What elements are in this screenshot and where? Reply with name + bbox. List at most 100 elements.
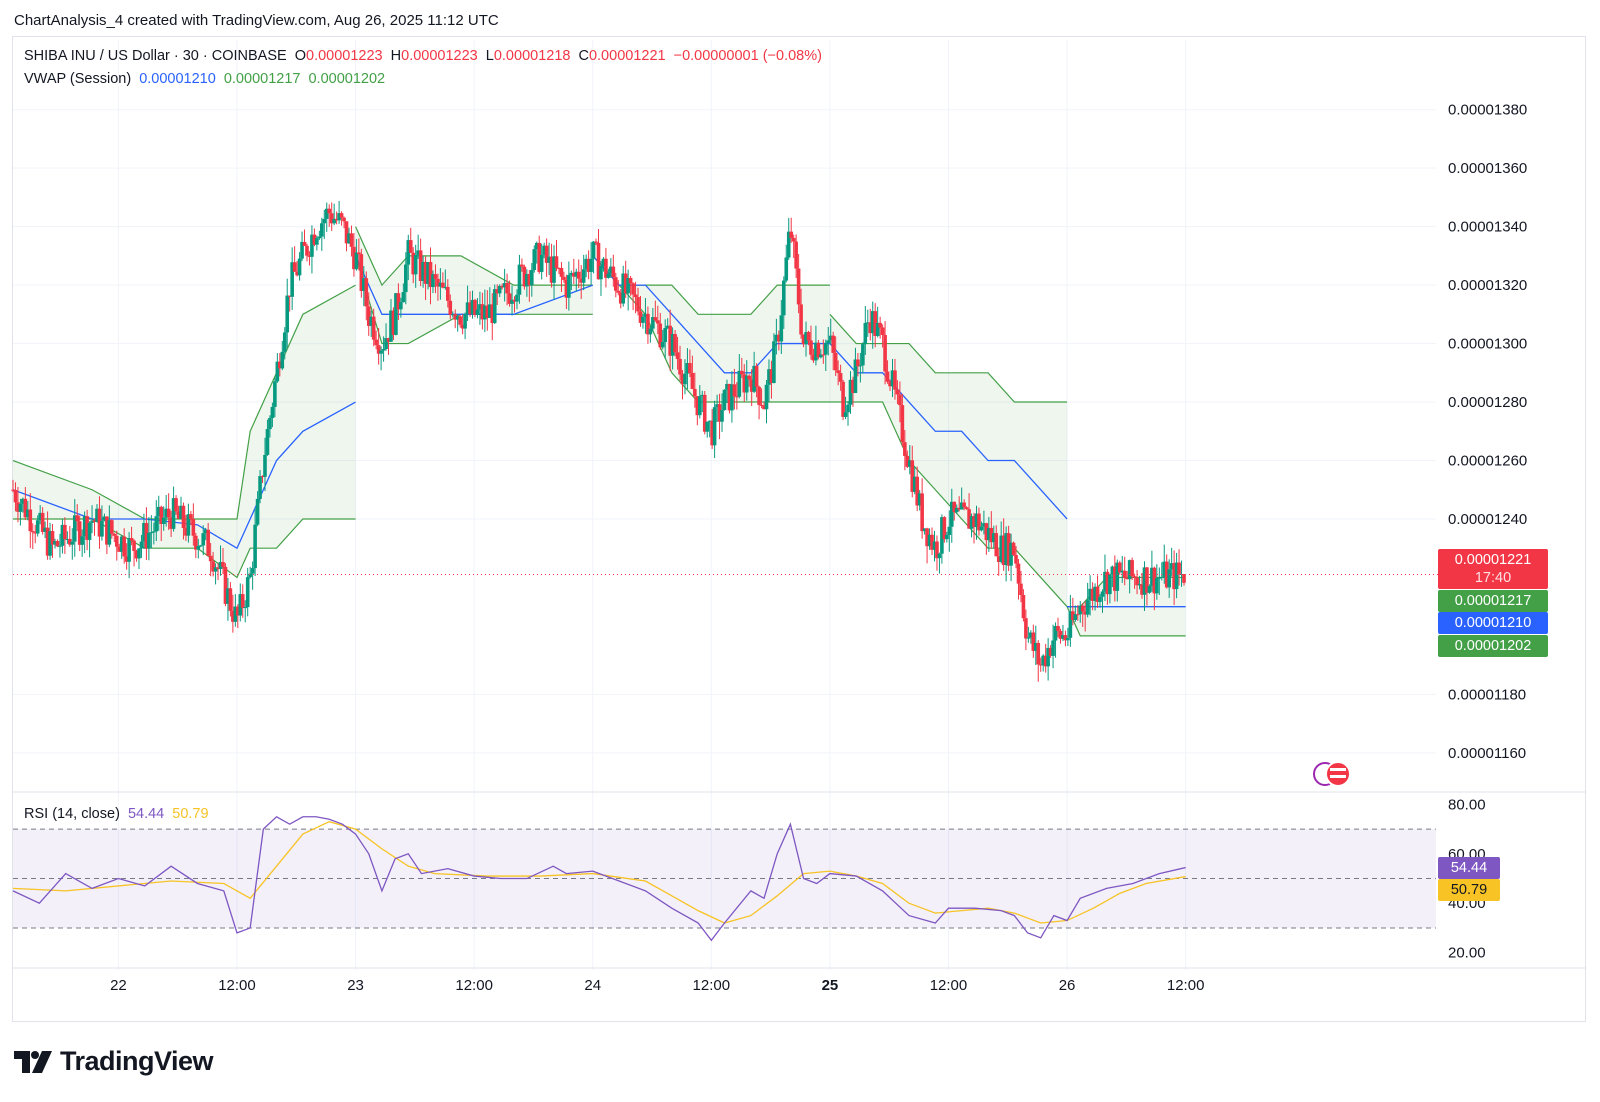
candle-body — [589, 258, 593, 272]
candle-body — [693, 388, 697, 397]
candle-body — [1155, 578, 1159, 594]
candle-body — [690, 373, 695, 389]
candle-body — [764, 384, 769, 410]
tradingview-logo-icon — [14, 1050, 52, 1073]
candle-body — [100, 520, 104, 537]
vwap-lower-value: 0.00001202 — [308, 71, 386, 87]
candle-body — [70, 541, 75, 545]
candle-body — [641, 316, 645, 323]
candle-body — [594, 241, 598, 243]
candle-body — [196, 545, 201, 550]
candle-body — [1075, 614, 1080, 616]
rsi-ma-tag: 50.79 — [1438, 879, 1500, 901]
candle-body — [843, 412, 848, 417]
candle-body — [374, 339, 378, 346]
vwap-upper-value: 0.00001217 — [223, 71, 301, 87]
candle-body — [492, 289, 497, 324]
rsi-value: 54.44 — [127, 806, 165, 822]
candle-body — [1014, 554, 1018, 564]
candle-body — [833, 352, 838, 371]
candle-body — [1108, 574, 1112, 595]
candle-body — [576, 271, 581, 279]
candle-body — [794, 241, 798, 269]
candle-body — [539, 254, 544, 272]
candle-body — [413, 255, 418, 275]
us-flag-icon[interactable] — [1325, 761, 1351, 787]
candle-body — [653, 317, 658, 321]
candle-body — [858, 365, 863, 367]
candle-body — [678, 358, 682, 375]
candle-body — [688, 363, 692, 374]
candle-body — [475, 309, 480, 315]
candle-body — [1130, 560, 1134, 577]
candle-body — [166, 508, 171, 518]
time-axis-label: 12:00 — [218, 977, 256, 994]
candle-body — [112, 533, 117, 536]
candle-body — [611, 266, 616, 278]
symbol-title[interactable]: SHIBA INU / US Dollar · 30 · COINBASE — [24, 48, 287, 64]
rsi-label[interactable]: RSI (14, close) — [24, 806, 120, 822]
candle-body — [979, 526, 984, 531]
candle-body — [821, 354, 826, 356]
candle-body — [636, 297, 640, 312]
candle-body — [505, 283, 509, 294]
candle-body — [567, 275, 571, 298]
candle-body — [799, 304, 803, 335]
candle-body — [263, 454, 267, 477]
candle-body — [28, 509, 33, 532]
candle-body — [663, 327, 668, 342]
candle-body — [349, 233, 354, 247]
candle-body — [189, 514, 193, 520]
vwap-legend[interactable]: VWAP (Session) 0.00001210 0.00001217 0.0… — [24, 71, 389, 87]
candle-body — [147, 532, 151, 549]
candle-body — [920, 493, 924, 532]
candle-body — [1147, 586, 1152, 593]
candle-body — [161, 517, 166, 524]
vwap-label[interactable]: VWAP (Session) — [24, 71, 131, 87]
chart-canvas[interactable]: 0.00001380 0.00001360 0.00001340 0.00001320… — [0, 0, 1600, 1102]
price-axis-label: 0.00001300 — [1448, 336, 1527, 353]
candle-body — [809, 340, 813, 355]
candle-body — [903, 442, 907, 456]
candle-body — [895, 389, 900, 395]
candle-body — [18, 503, 23, 512]
candle-body — [1182, 574, 1186, 583]
candle-body — [379, 350, 383, 354]
vwap-lower-tag: 0.00001202 — [1438, 635, 1548, 657]
high-value: 0.00001223 — [401, 48, 478, 64]
candle-body — [530, 270, 534, 286]
candle-body — [631, 283, 635, 295]
candle-body — [292, 262, 297, 272]
candle-body — [757, 386, 761, 405]
candle-body — [302, 241, 307, 246]
last-price-tag: 0.00001221 17:40 — [1438, 549, 1548, 589]
candle-body — [255, 498, 260, 525]
candle-body — [1132, 576, 1137, 578]
close-value: 0.00001221 — [588, 48, 666, 64]
candle-body — [720, 410, 724, 422]
candle-body — [248, 573, 252, 578]
candle-body — [221, 562, 225, 567]
candle-body — [268, 417, 272, 430]
candle-body — [433, 274, 438, 279]
vwap-tag: 0.00001210 — [1438, 612, 1548, 634]
candle-body — [327, 208, 332, 214]
candle-body — [357, 252, 361, 255]
candle-body — [139, 541, 144, 549]
rsi-legend[interactable]: RSI (14, close) 54.44 50.79 — [24, 806, 213, 822]
candle-body — [1036, 642, 1041, 665]
candle-body — [446, 286, 450, 301]
candle-body — [562, 276, 566, 280]
tradingview-logo[interactable]: TradingView — [14, 1046, 214, 1077]
low-label: L — [485, 48, 494, 64]
time-axis-label: 12:00 — [930, 977, 968, 994]
candle-body — [320, 223, 324, 237]
price-axis-label: 0.00001260 — [1448, 453, 1527, 470]
candle-body — [1011, 542, 1016, 555]
candle-body — [273, 381, 277, 407]
candle-body — [208, 555, 213, 562]
candle-body — [606, 273, 611, 278]
candle-body — [559, 267, 564, 277]
candle-body — [30, 531, 35, 533]
candle-body — [841, 381, 845, 417]
